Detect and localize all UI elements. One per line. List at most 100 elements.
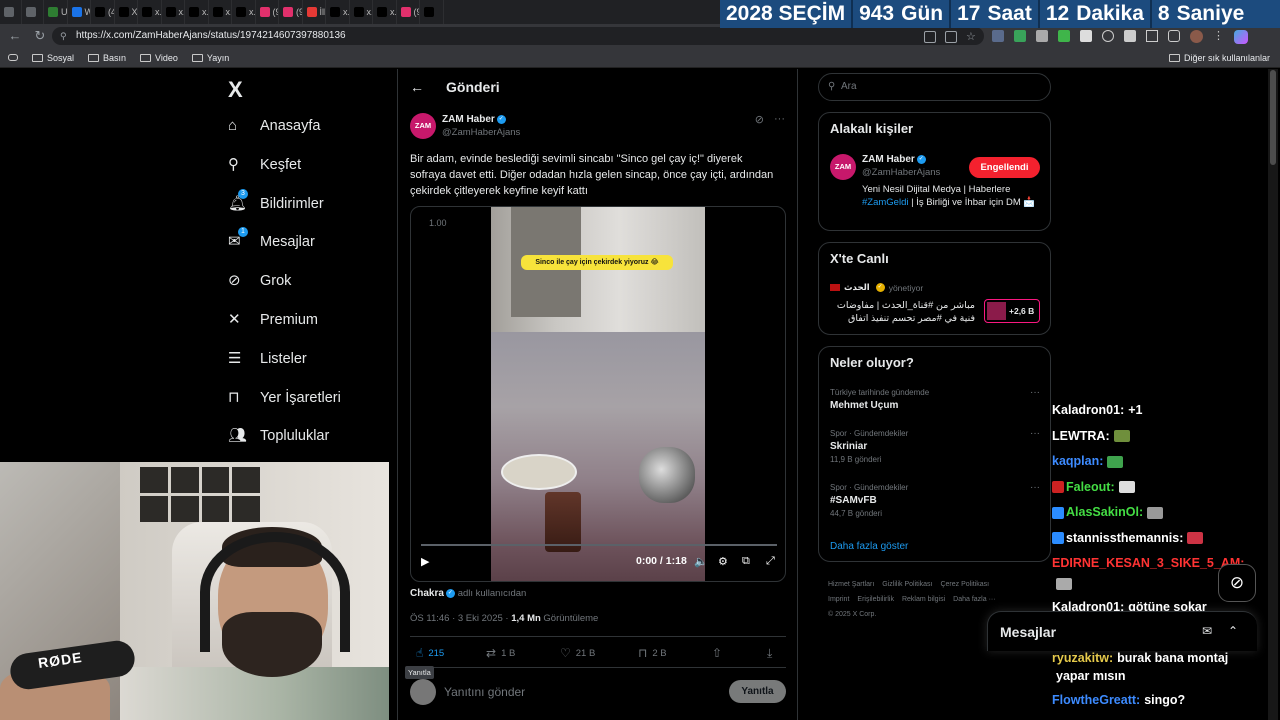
extension-icon[interactable] <box>1014 30 1026 42</box>
footer-link[interactable]: Reklam bilgisi <box>902 596 945 603</box>
reload-icon[interactable]: ↻ <box>30 26 50 46</box>
video-player[interactable]: 1.00 Sinco ile çay için çekirdek yiyoruz… <box>410 206 786 582</box>
browser-tab[interactable] <box>420 0 444 24</box>
grok-float-button[interactable]: ⊘ <box>1218 564 1256 602</box>
nav-item-yer-i-şaretleri[interactable]: ⊓ Yer İşaretleri <box>222 379 341 417</box>
browser-tab[interactable]: x.co <box>373 0 397 24</box>
avatar[interactable]: ZAM <box>410 113 436 139</box>
bookmark-folder[interactable]: Basın <box>88 53 126 63</box>
nav-item-bildirimler[interactable]: 🔔︎ 3 Bildirimler <box>222 185 324 223</box>
install-icon[interactable] <box>924 31 936 43</box>
bookmark-folder[interactable]: Yayın <box>191 53 229 63</box>
settings-gear-icon[interactable]: ⚙ <box>718 555 728 568</box>
bookmark-folder[interactable]: Video <box>140 53 178 63</box>
play-icon[interactable]: ▶ <box>421 555 429 568</box>
copilot-icon[interactable] <box>1234 30 1248 44</box>
grok-explain-icon[interactable]: ⊘ <box>755 113 764 126</box>
messages-drawer[interactable]: Mesajlar ✉ ⌃ <box>987 611 1257 651</box>
scroll-thumb[interactable] <box>1270 70 1276 165</box>
author-handle[interactable]: @ZamHaberAjans <box>442 126 520 139</box>
browser-tab[interactable]: x.co <box>185 0 209 24</box>
share-button[interactable]: ⇧ <box>712 646 722 660</box>
browser-tab[interactable]: x.co <box>350 0 373 24</box>
nav-item-keşfet[interactable]: ⚲ Keşfet <box>222 146 301 184</box>
hashtag-link[interactable]: #ZamGeldi <box>862 197 908 208</box>
footer-link[interactable]: Erişilebilirlik <box>857 596 894 603</box>
extension-icon[interactable] <box>992 30 1004 42</box>
blocked-button[interactable]: Engellendi <box>969 157 1040 178</box>
browser-tab[interactable]: (9) I <box>397 0 420 24</box>
show-more-link[interactable]: Daha fazla göster <box>830 541 908 552</box>
volume-icon[interactable]: 🔈 <box>694 555 708 568</box>
search-input[interactable]: ⚲ Ara <box>818 73 1051 101</box>
browser-tab[interactable]: x.co <box>209 0 232 24</box>
back-arrow-icon[interactable]: ← <box>5 26 25 46</box>
source-name[interactable]: Chakra <box>410 588 444 599</box>
download-button[interactable]: ⤓ <box>767 646 772 661</box>
extension-icon[interactable] <box>1036 30 1048 42</box>
browser-tab[interactable]: X'te <box>115 0 138 24</box>
reply-submit-button[interactable]: Yanıtla <box>729 680 786 703</box>
nav-item-anasayfa[interactable]: ⌂ Anasayfa <box>222 107 320 145</box>
url-field[interactable]: ⚲ https://x.com/ZamHaberAjans/status/197… <box>52 27 984 45</box>
picture-in-picture-icon[interactable]: ⧉ <box>742 555 750 568</box>
footer-link[interactable]: Gizlilik Politikası <box>882 581 932 588</box>
reply-button[interactable]: ☝ 215 <box>416 646 444 660</box>
related-user[interactable]: ZAM Haber ✓ @ZamHaberAjans <box>862 153 940 179</box>
post-timestamp[interactable]: ÖS 11:46 · 3 Eki 2025 · <box>410 613 511 624</box>
browser-tab[interactable]: x.co <box>326 0 350 24</box>
footer-link[interactable]: Imprint <box>828 596 849 603</box>
more-icon[interactable]: ··· <box>1030 482 1040 493</box>
bookmark-button[interactable]: ⊓ 2 B <box>638 646 667 660</box>
compose-message-icon[interactable]: ✉ <box>1202 624 1212 638</box>
chevron-up-icon[interactable]: ⌃ <box>1228 624 1238 638</box>
site-info-icon[interactable]: ⚲ <box>60 27 67 45</box>
more-icon[interactable]: ··· <box>1030 428 1040 439</box>
menu-dots-icon[interactable]: ⋮ <box>1213 30 1224 44</box>
browser-tab[interactable] <box>22 0 44 24</box>
extension-icon[interactable] <box>1058 30 1070 42</box>
trend-item[interactable]: Spor · Gündemdekiler #SAMvFB 44,7 B gönder… <box>830 482 1040 520</box>
footer-link[interactable]: Çerez Politikası <box>940 581 989 588</box>
browser-tab[interactable]: İlk o <box>303 0 326 24</box>
browser-tab[interactable] <box>0 0 22 24</box>
nav-item-listeler[interactable]: ☰ Listeler <box>222 340 307 378</box>
browser-tab[interactable]: URL <box>44 0 68 24</box>
footer-link[interactable]: Hizmet Şartları <box>828 581 874 588</box>
repost-button[interactable]: ⇄ 1 B <box>486 646 515 660</box>
video-progress-bar[interactable] <box>421 544 777 546</box>
profile-avatar[interactable] <box>1190 30 1203 43</box>
page-scrollbar[interactable] <box>1268 69 1278 720</box>
bookmarks-apps-icon[interactable] <box>8 54 18 61</box>
author-name[interactable]: ZAM Haber <box>442 114 495 125</box>
browser-tab[interactable]: (9) I <box>279 0 303 24</box>
trend-item[interactable]: Spor · Gündemdekiler Skriniar 11,9 B gönde… <box>830 428 1040 466</box>
nav-item-premium[interactable]: ✕ Premium <box>222 301 318 339</box>
browser-tab[interactable]: (4) X <box>91 0 115 24</box>
video-frame[interactable]: Sinco ile çay için çekirdek yiyoruz 😂 <box>491 207 705 581</box>
nav-item-mesajlar[interactable]: ✉ 1 Mesajlar <box>222 223 315 261</box>
browser-tab[interactable]: Wat <box>68 0 91 24</box>
reply-input[interactable]: Yanıtını gönder <box>444 685 525 699</box>
browser-tab[interactable]: (9) I <box>256 0 279 24</box>
browser-tab[interactable]: x.co <box>232 0 256 24</box>
avatar[interactable]: ZAM <box>830 154 856 180</box>
live-card[interactable]: X'te Canlı الحدث ✓ yönetiyor مباشر من #قن… <box>818 242 1051 335</box>
extensions-puzzle-icon[interactable] <box>1146 30 1158 42</box>
like-button[interactable]: ♡ 21 B <box>560 646 595 660</box>
extension-icon[interactable] <box>1080 30 1092 42</box>
browser-tab[interactable]: x.co <box>162 0 185 24</box>
fullscreen-icon[interactable]: ⤢ <box>766 555 775 568</box>
footer-link[interactable]: Daha fazla ··· <box>953 596 995 603</box>
extension-icon[interactable] <box>1102 30 1114 42</box>
star-icon[interactable]: ☆ <box>966 31 978 43</box>
post-author[interactable]: ZAM ZAM Haber ✓ @ZamHaberAjans <box>410 113 520 139</box>
other-bookmarks[interactable]: Diğer sık kullanılanlar <box>1168 53 1270 63</box>
translate-icon[interactable] <box>945 31 957 43</box>
more-icon[interactable]: ··· <box>1030 387 1040 398</box>
shield-icon[interactable] <box>1168 30 1180 42</box>
nav-item-grok[interactable]: ⊘ Grok <box>222 262 291 300</box>
bookmark-folder[interactable]: Sosyal <box>32 53 74 63</box>
trend-item[interactable]: Türkiye tarihinde gündemde Mehmet Uçum ··· <box>830 387 1040 413</box>
browser-tab[interactable]: x.co <box>138 0 162 24</box>
